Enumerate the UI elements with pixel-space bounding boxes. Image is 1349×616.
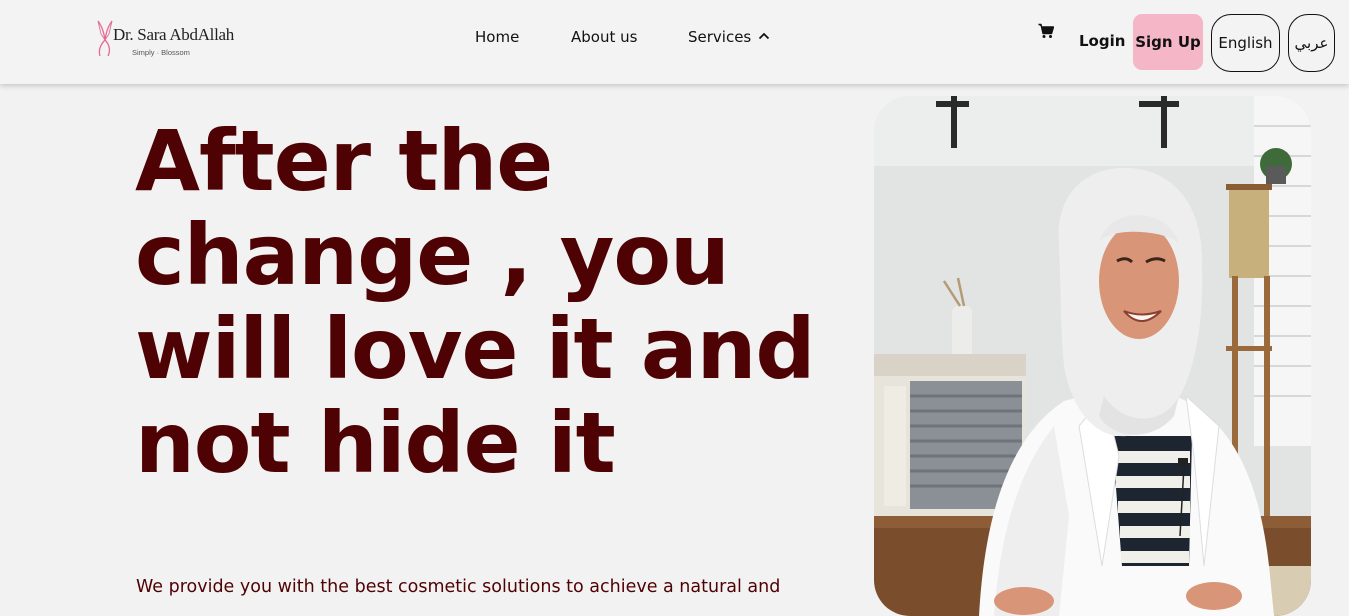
- cart-icon[interactable]: [1038, 23, 1054, 39]
- signup-button[interactable]: Sign Up: [1133, 14, 1203, 70]
- login-link[interactable]: Login: [1079, 31, 1125, 51]
- nav-services-label: Services: [688, 28, 752, 46]
- language-arabic-button[interactable]: عربي: [1288, 14, 1335, 72]
- site-header: Dr. Sara AbdAllah Simply · Blossom Home …: [0, 0, 1349, 84]
- hero-heading: After the change , you will love it and …: [135, 112, 816, 492]
- nav-about-link[interactable]: About us: [571, 27, 637, 47]
- logo[interactable]: Dr. Sara AbdAllah Simply · Blossom: [95, 18, 234, 62]
- butterfly-icon: [97, 20, 113, 57]
- language-english-button[interactable]: English: [1211, 14, 1280, 72]
- nav-services-link[interactable]: Services: [688, 27, 778, 47]
- hero-subtext: We provide you with the best cosmetic so…: [136, 577, 781, 597]
- chevron-up-icon: [758, 32, 770, 40]
- nav-home-link[interactable]: Home: [475, 27, 519, 47]
- hero-photo: [874, 96, 1311, 616]
- logo-tagline: Simply · Blossom: [132, 48, 190, 57]
- logo-name: Dr. Sara AbdAllah: [113, 25, 234, 44]
